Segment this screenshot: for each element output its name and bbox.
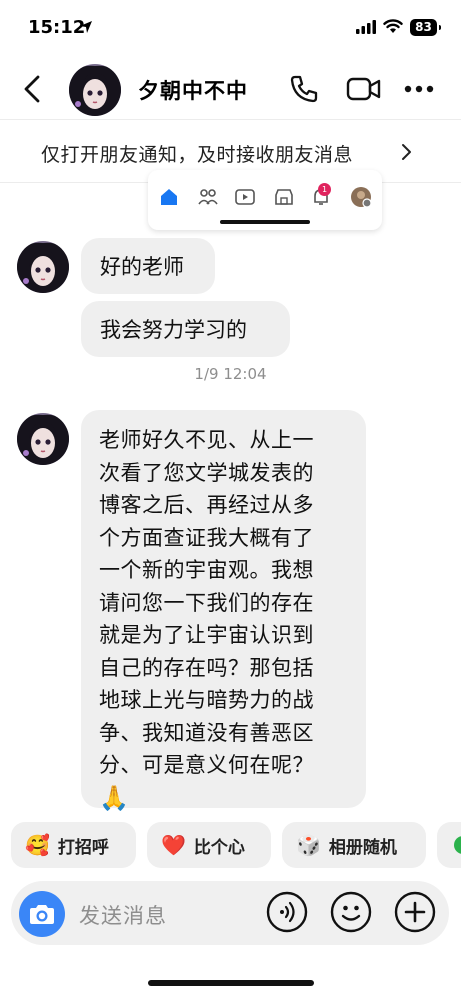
message-text: 老师好久不见、从上一 次看了您文学城发表的 博客之后、再经过从多 个方面查证我大… — [99, 428, 314, 777]
card-drag-handle[interactable] — [220, 220, 310, 224]
dice-emoji-icon: 🎲 — [296, 833, 321, 857]
video-play-icon[interactable] — [235, 188, 255, 206]
phone-call-icon[interactable] — [289, 74, 319, 104]
home-icon[interactable] — [160, 188, 178, 206]
friends-icon[interactable] — [198, 188, 218, 206]
notification-count-badge: 1 — [318, 183, 331, 196]
chat-header: 夕朝中不中 — [0, 58, 461, 118]
quick-reply-label: 打招呼 — [57, 837, 109, 858]
praying-hands-emoji: 🙏 — [99, 783, 129, 812]
add-plus-icon[interactable] — [394, 891, 436, 933]
quick-reply-chip-partial[interactable] — [437, 822, 461, 868]
quick-reply-label: 相册随机 — [328, 837, 397, 858]
quick-reply-label: 比个心 — [193, 837, 245, 858]
cellular-signal-icon — [356, 20, 376, 34]
battery-indicator: 83 — [410, 19, 441, 36]
heart-emoji-icon: ❤️ — [161, 833, 186, 857]
chevron-right-icon — [402, 144, 411, 160]
notification-banner-text: 仅打开朋友通知，及时接收朋友消息 — [41, 144, 354, 166]
message-bubble[interactable]: 好的老师 — [81, 238, 215, 294]
message-text: 好的老师 — [100, 255, 184, 279]
wifi-icon — [383, 19, 403, 33]
contact-name[interactable]: 夕朝中不中 — [138, 75, 248, 105]
profile-menu-icon[interactable] — [350, 186, 372, 208]
message-input[interactable]: 发送消息 — [79, 900, 167, 930]
status-bar: 15:12 83 — [0, 0, 461, 58]
camera-icon — [30, 905, 54, 924]
message-composer: 发送消息 — [11, 881, 449, 945]
message-text: 我会努力学习的 — [100, 318, 247, 342]
quick-reply-row: 🥰 打招呼 ❤️ 比个心 🎲 相册随机 — [0, 822, 461, 868]
message-timestamp: 1/9 12:04 — [194, 365, 267, 383]
quick-reply-chip[interactable]: ❤️ 比个心 — [147, 822, 271, 868]
marketplace-icon[interactable] — [274, 188, 294, 206]
sender-avatar[interactable] — [17, 241, 69, 293]
back-icon[interactable] — [22, 74, 42, 104]
app-shortcut-card: 1 — [148, 170, 382, 230]
message-bubble[interactable]: 老师好久不见、从上一 次看了您文学城发表的 博客之后、再经过从多 个方面查证我大… — [81, 410, 366, 812]
quick-reply-chip[interactable]: 🎲 相册随机 — [282, 822, 426, 868]
voice-message-icon[interactable] — [266, 891, 308, 933]
message-bubble[interactable]: 我会努力学习的 — [81, 301, 290, 357]
sticker-emoji-icon[interactable] — [330, 891, 372, 933]
sender-avatar[interactable] — [17, 413, 69, 465]
video-call-icon[interactable] — [346, 76, 382, 102]
camera-button[interactable] — [19, 891, 65, 937]
contact-avatar[interactable] — [69, 64, 121, 116]
status-time: 15:12 — [28, 17, 86, 38]
location-arrow-icon — [80, 21, 92, 33]
more-options-icon[interactable] — [404, 85, 434, 93]
quick-reply-chip[interactable]: 🥰 打招呼 — [11, 822, 136, 868]
home-indicator[interactable] — [148, 980, 314, 986]
smiling-face-emoji-icon: 🥰 — [25, 833, 50, 857]
green-emoji-icon — [454, 836, 461, 854]
